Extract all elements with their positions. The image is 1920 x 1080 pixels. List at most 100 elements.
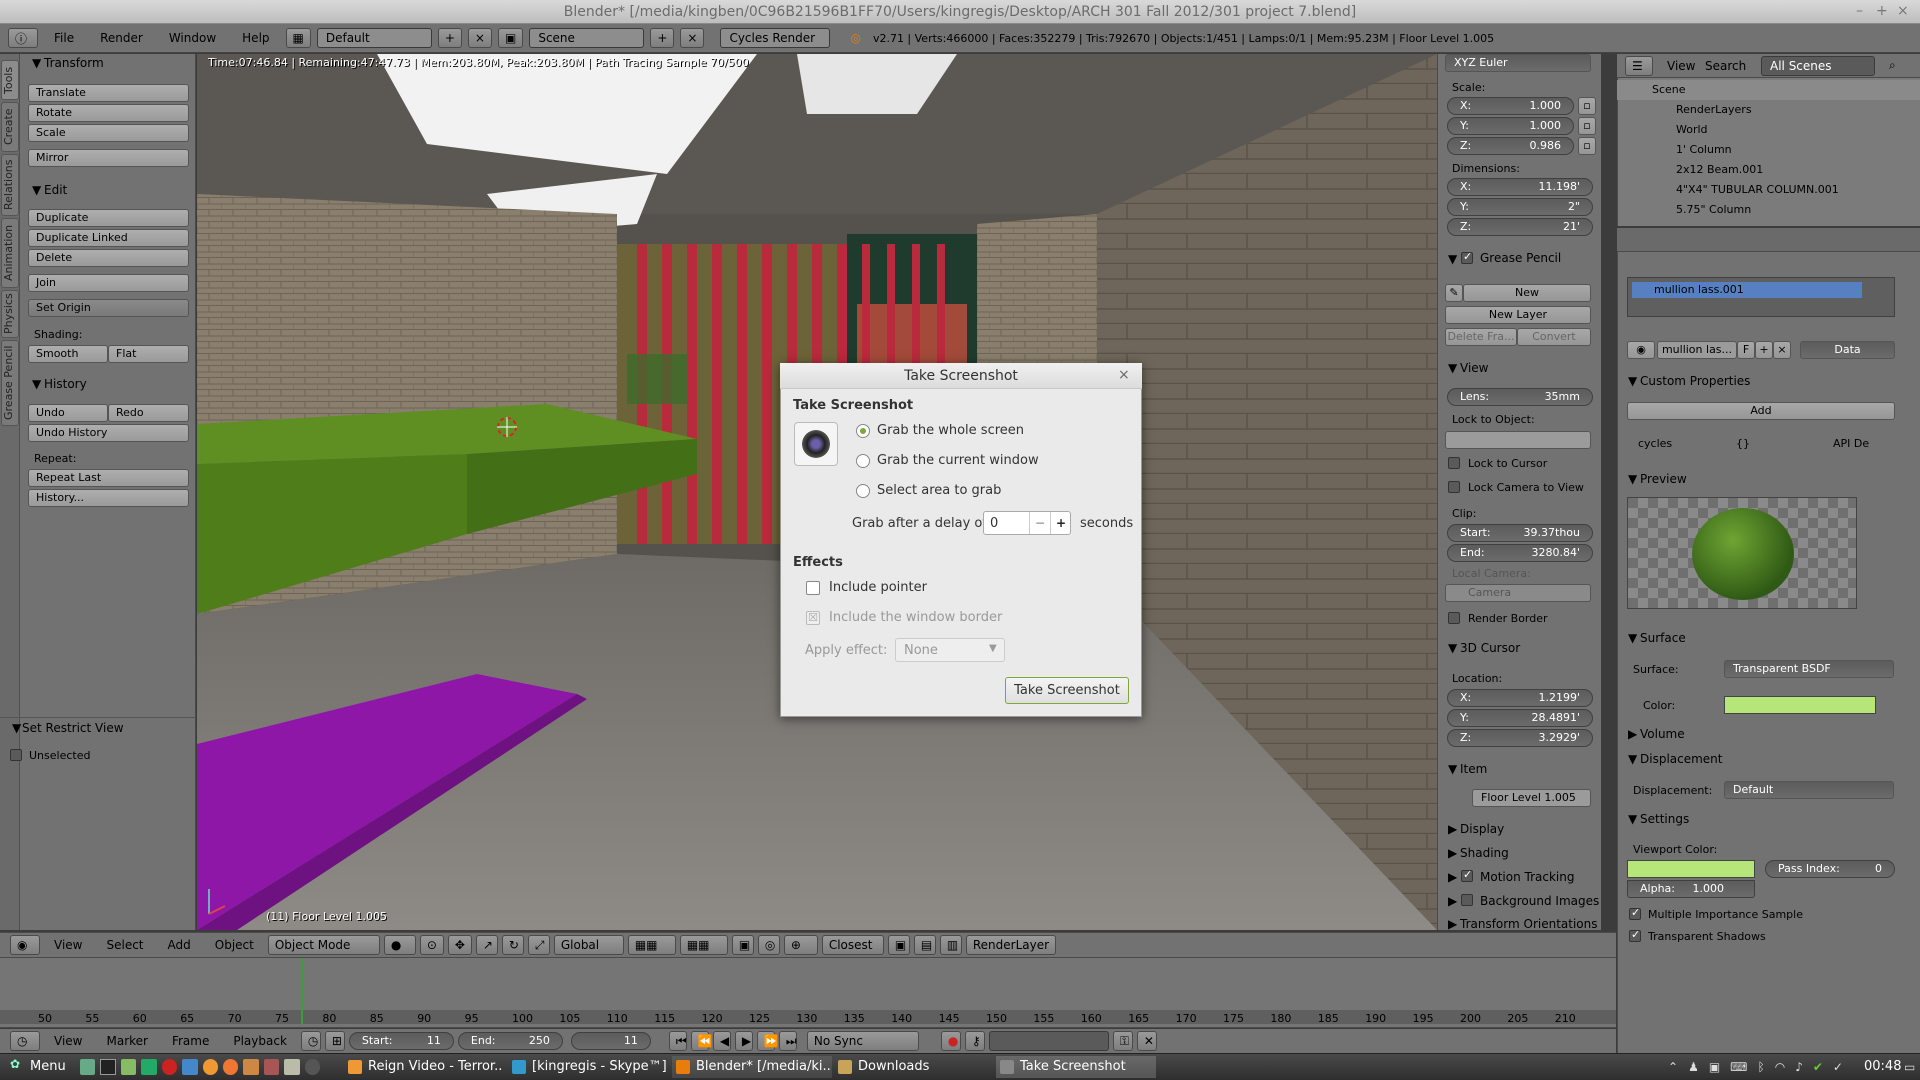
- menu-icon[interactable]: ✿: [10, 1057, 20, 1071]
- hide-icon[interactable]: ⌃: [1668, 1060, 1678, 1074]
- object-menu[interactable]: Object: [205, 938, 264, 952]
- tab-relations[interactable]: Relations: [1, 154, 19, 216]
- layers-grid-icon[interactable]: ▦▦: [627, 935, 676, 955]
- snap-toggle-icon[interactable]: ⊕: [783, 935, 818, 955]
- item-arrow-icon[interactable]: ▼: [1448, 762, 1457, 776]
- outliner-row[interactable]: 1' Column: [1617, 140, 1920, 160]
- edit-panel-title[interactable]: Edit: [44, 183, 67, 197]
- grease-pencil-arrow-icon[interactable]: ▼: [1448, 252, 1457, 266]
- settings-title[interactable]: Settings: [1640, 812, 1689, 826]
- displacement-select[interactable]: Default: [1724, 781, 1894, 799]
- pivot-icon[interactable]: ⊙: [419, 935, 444, 955]
- outliner-row[interactable]: Scene: [1617, 80, 1920, 100]
- timeline-view-menu[interactable]: View: [44, 1034, 92, 1048]
- duplicate-linked-button[interactable]: Duplicate Linked: [28, 229, 189, 247]
- render-anim-icon[interactable]: ▤: [913, 935, 936, 955]
- tab-create[interactable]: Create: [1, 102, 19, 152]
- surface-arrow-icon[interactable]: ▼: [1628, 631, 1637, 645]
- show-desktop-corner-icon[interactable]: ▭: [1904, 1060, 1915, 1074]
- render-engine-select[interactable]: Cycles Render: [720, 28, 831, 48]
- include-border-checkbox[interactable]: ☒: [806, 611, 820, 625]
- settings-arrow-icon[interactable]: ▼: [1628, 812, 1637, 826]
- flat-button[interactable]: Flat: [108, 345, 189, 363]
- 3d-editor-type-icon[interactable]: ◉: [10, 935, 40, 955]
- volume-arrow-icon[interactable]: ▶: [1628, 727, 1637, 741]
- pencil-icon[interactable]: ✎: [1445, 284, 1463, 302]
- menu-window[interactable]: Window: [159, 31, 226, 45]
- minimize-button[interactable]: –: [1856, 3, 1863, 19]
- view-arrow-icon[interactable]: ▼: [1448, 361, 1457, 375]
- background-images-arrow-icon[interactable]: ▶: [1448, 894, 1457, 908]
- app-icon[interactable]: [141, 1059, 157, 1075]
- start-menu-button[interactable]: Menu: [30, 1059, 66, 1074]
- jump-start-icon[interactable]: ⏮: [668, 1031, 687, 1051]
- scale-button[interactable]: Scale: [28, 124, 189, 142]
- task-downloads[interactable]: Downloads: [834, 1056, 994, 1078]
- apply-effect-value[interactable]: None: [904, 643, 938, 658]
- cursor-y-field[interactable]: Y: 28.4891': [1447, 709, 1593, 727]
- lock-camera-checkbox[interactable]: [1448, 481, 1460, 493]
- timeline-editor-icon[interactable]: ◷: [10, 1031, 40, 1051]
- app-icon[interactable]: [304, 1059, 320, 1075]
- remove-layout-icon[interactable]: ×: [467, 28, 492, 48]
- material-browse-icon[interactable]: ◉: [1627, 341, 1655, 359]
- cursor-z-field[interactable]: Z: 3.2929': [1447, 729, 1593, 747]
- show-desktop-icon[interactable]: [80, 1059, 96, 1075]
- set-origin-select[interactable]: Set Origin: [28, 299, 189, 317]
- menu-render[interactable]: Render: [90, 31, 153, 45]
- grab-whole-screen-label[interactable]: Grab the whole screen: [877, 423, 1024, 438]
- add-layout-icon[interactable]: +: [437, 28, 462, 48]
- transform-orientations-title[interactable]: Transform Orientations: [1460, 917, 1598, 931]
- increment-icon[interactable]: +: [1050, 512, 1071, 534]
- grab-current-window-radio[interactable]: [856, 454, 870, 468]
- transform-panel-title[interactable]: Transform: [44, 56, 104, 70]
- edit-panel-arrow-icon[interactable]: ▼: [32, 183, 41, 197]
- new-material-icon[interactable]: +: [1755, 341, 1773, 359]
- delete-button[interactable]: Delete: [28, 249, 189, 267]
- add-property-button[interactable]: Add: [1627, 402, 1895, 420]
- custom-props-arrow-icon[interactable]: ▼: [1628, 374, 1637, 388]
- sync-select[interactable]: No Sync: [806, 1031, 919, 1051]
- mis-checkbox[interactable]: [1629, 906, 1641, 920]
- dimension-y-field[interactable]: Y: 2": [1447, 198, 1593, 216]
- opera-icon[interactable]: [161, 1059, 178, 1075]
- timeline-playback-menu[interactable]: Playback: [223, 1034, 297, 1048]
- current-frame-line[interactable]: [301, 958, 303, 1024]
- outliner-menu-search[interactable]: Search: [1705, 59, 1746, 73]
- item-panel-title[interactable]: Item: [1460, 762, 1487, 776]
- outliner-menu-view[interactable]: View: [1667, 59, 1695, 73]
- tab-tools[interactable]: Tools: [1, 60, 19, 100]
- shading-arrow-icon[interactable]: ▶: [1448, 846, 1457, 860]
- shading-mode-icon[interactable]: ●: [383, 935, 416, 955]
- files-icon[interactable]: [120, 1059, 137, 1075]
- outliner-row[interactable]: 5.75" Column: [1617, 200, 1920, 214]
- pass-index-field[interactable]: Pass Index: 0: [1765, 860, 1895, 878]
- play-reverse-icon[interactable]: ◀: [712, 1031, 731, 1051]
- task-skype[interactable]: [kingregis - Skype™]: [508, 1056, 670, 1078]
- surface-shader-select[interactable]: Transparent BSDF: [1724, 660, 1894, 678]
- unlink-material-icon[interactable]: ×: [1773, 341, 1791, 359]
- material-name-field[interactable]: mullion las...: [1657, 341, 1737, 359]
- outliner-row[interactable]: 2x12 Beam.001: [1617, 160, 1920, 180]
- scene-select[interactable]: Scene: [529, 28, 645, 48]
- rotation-mode-select[interactable]: XYZ Euler: [1445, 54, 1591, 72]
- add-menu[interactable]: Add: [158, 938, 201, 952]
- displacement-arrow-icon[interactable]: ▼: [1628, 752, 1637, 766]
- firefox-icon[interactable]: [222, 1059, 239, 1075]
- transparent-shadows-checkbox[interactable]: [1629, 928, 1641, 942]
- render-still-icon[interactable]: ▣: [887, 935, 910, 955]
- scale-manipulator-icon[interactable]: ⤢: [527, 935, 550, 955]
- lock-scale-y-icon[interactable]: ▫: [1578, 117, 1596, 135]
- chrome-icon[interactable]: [202, 1059, 218, 1075]
- transform-orientations-arrow-icon[interactable]: ▶: [1448, 917, 1457, 931]
- join-button[interactable]: Join: [28, 274, 189, 292]
- new-gpencil-button[interactable]: New: [1463, 284, 1591, 302]
- grab-whole-screen-radio[interactable]: [856, 424, 870, 438]
- app-icon[interactable]: [182, 1059, 198, 1075]
- keyboard-icon[interactable]: ⌨: [1730, 1060, 1747, 1074]
- translate-manipulator-icon[interactable]: ↗: [475, 935, 498, 955]
- alpha-field[interactable]: Alpha: 1.000: [1627, 880, 1755, 898]
- grease-pencil-title[interactable]: Grease Pencil: [1480, 251, 1561, 265]
- wifi-icon[interactable]: ◠: [1775, 1060, 1785, 1074]
- viewport-color-swatch[interactable]: [1627, 860, 1755, 878]
